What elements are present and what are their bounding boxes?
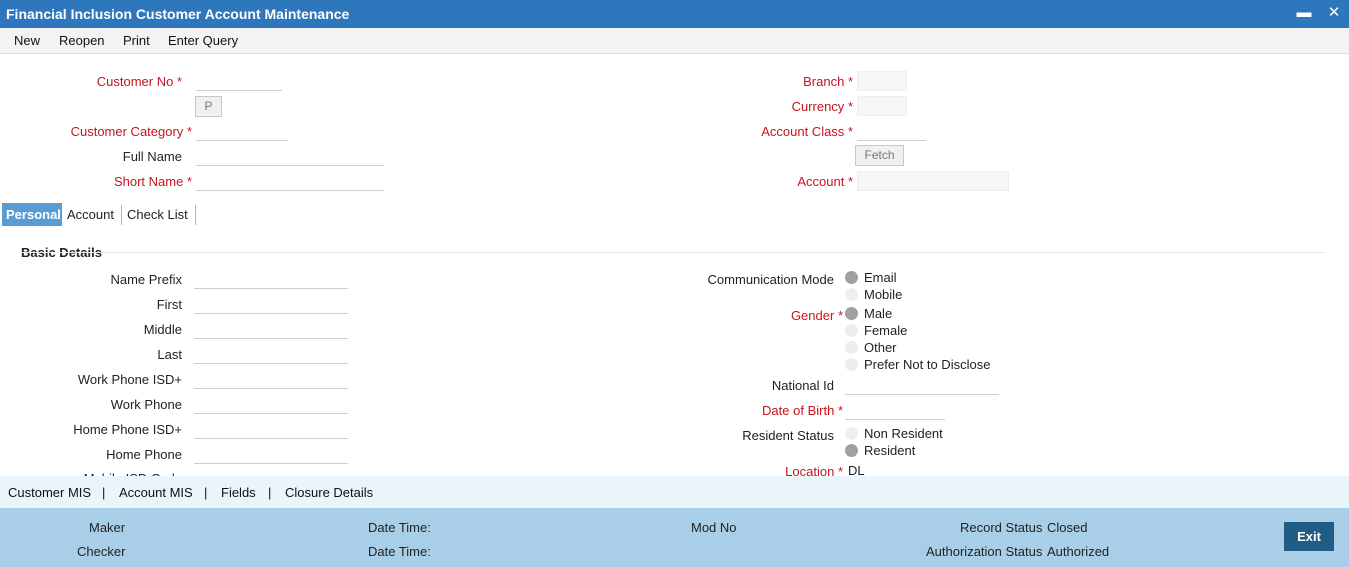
name-prefix-label: Name Prefix: [110, 272, 182, 287]
radio-resident[interactable]: [845, 444, 858, 457]
home-phone-isd-label: Home Phone ISD+: [73, 422, 182, 437]
mod-no-label: Mod No: [691, 520, 737, 535]
male-option-label: Male: [864, 306, 893, 321]
home-phone-label: Home Phone: [106, 447, 182, 462]
home-phone-input[interactable]: [194, 444, 348, 464]
p-button[interactable]: P: [195, 96, 222, 117]
first-name-label: First: [156, 297, 182, 312]
customer-category-input[interactable]: [196, 121, 288, 141]
account-class-input[interactable]: [857, 121, 926, 141]
resident-option-label: Resident: [864, 443, 916, 458]
window-title: Financial Inclusion Customer Account Mai…: [6, 6, 350, 22]
record-status-value: Closed: [1047, 520, 1088, 535]
first-name-input[interactable]: [194, 294, 348, 314]
radio-mobile[interactable]: [845, 288, 858, 301]
non-resident-option-label: Non Resident: [864, 426, 943, 441]
link-separator: |: [102, 485, 106, 500]
menu-enter-query[interactable]: Enter Query: [168, 33, 238, 48]
section-divider: [21, 252, 1325, 253]
female-option-label: Female: [864, 323, 908, 338]
full-name-label: Full Name: [122, 149, 182, 164]
communication-mode-label: Communication Mode: [707, 272, 834, 287]
national-id-label: National Id: [771, 378, 834, 393]
radio-other[interactable]: [845, 341, 858, 354]
name-prefix-input[interactable]: [194, 269, 348, 289]
prefer-not-to-disclose-label: Prefer Not to Disclose: [864, 357, 991, 372]
account-label: Account *: [797, 174, 853, 189]
closure-details-link[interactable]: Closure Details: [285, 485, 373, 500]
maker-date-time-label: Date Time:: [368, 520, 431, 535]
radio-male[interactable]: [845, 307, 858, 320]
tab-personal[interactable]: Personal: [2, 203, 62, 226]
customer-mis-link[interactable]: Customer MIS: [8, 485, 91, 500]
fetch-button[interactable]: Fetch: [855, 145, 904, 166]
email-option-label: Email: [864, 270, 897, 285]
currency-label: Currency *: [791, 99, 853, 114]
short-name-label: Short Name *: [113, 174, 192, 189]
work-phone-isd-input[interactable]: [194, 369, 348, 389]
title-bar: Financial Inclusion Customer Account Mai…: [0, 0, 1349, 28]
tab-divider: [121, 205, 122, 225]
date-of-birth-label: Date of Birth *: [762, 403, 843, 418]
radio-female[interactable]: [845, 324, 858, 337]
last-name-label: Last: [157, 347, 182, 362]
link-separator: |: [268, 485, 272, 500]
account-class-label: Account Class *: [761, 124, 853, 139]
menu-print[interactable]: Print: [123, 33, 150, 48]
menu-bar: New Reopen Print Enter Query: [0, 28, 1349, 54]
account-mis-link[interactable]: Account MIS: [119, 485, 193, 500]
resident-status-label: Resident Status: [742, 428, 834, 443]
checker-date-time-label: Date Time:: [368, 544, 431, 559]
menu-new[interactable]: New: [14, 33, 40, 48]
minimize-icon[interactable]: ▬: [1295, 4, 1313, 22]
tab-divider: [195, 205, 196, 225]
close-icon[interactable]: ✕: [1325, 4, 1343, 22]
work-phone-input[interactable]: [194, 394, 348, 414]
short-name-input[interactable]: [196, 171, 384, 191]
fields-link[interactable]: Fields: [221, 485, 256, 500]
gender-label: Gender *: [790, 308, 843, 323]
mobile-option-label: Mobile: [864, 287, 903, 302]
full-name-input[interactable]: [196, 146, 384, 166]
audit-footer: Maker Checker Date Time: Date Time: Mod …: [0, 508, 1349, 567]
national-id-input[interactable]: [845, 375, 999, 395]
account-input[interactable]: [857, 171, 1009, 191]
date-of-birth-input[interactable]: [845, 400, 945, 420]
authorization-status-value: Authorized: [1047, 544, 1110, 559]
radio-email[interactable]: [845, 271, 858, 284]
middle-name-input[interactable]: [194, 319, 348, 339]
branch-label: Branch *: [803, 74, 853, 89]
home-phone-isd-input[interactable]: [194, 419, 348, 439]
other-option-label: Other: [864, 340, 897, 355]
menu-reopen[interactable]: Reopen: [59, 33, 105, 48]
tab-account[interactable]: Account: [63, 203, 121, 226]
work-phone-isd-label: Work Phone ISD+: [77, 372, 182, 387]
authorization-status-label: Authorization Status: [926, 544, 1043, 559]
branch-input[interactable]: [857, 71, 907, 91]
customer-no-input[interactable]: [196, 71, 282, 91]
middle-name-label: Middle: [143, 322, 182, 337]
maker-label: Maker: [89, 520, 126, 535]
customer-no-label: Customer No *: [96, 74, 182, 89]
last-name-input[interactable]: [194, 344, 348, 364]
radio-prefer-not-to-disclose[interactable]: [845, 358, 858, 371]
radio-non-resident[interactable]: [845, 427, 858, 440]
checker-label: Checker: [77, 544, 126, 559]
record-status-label: Record Status: [960, 520, 1043, 535]
work-phone-label: Work Phone: [110, 397, 182, 412]
link-separator: |: [204, 485, 208, 500]
customer-category-label: Customer Category *: [70, 124, 192, 139]
bottom-links-bar: Customer MIS | Account MIS | Fields | Cl…: [0, 476, 1349, 508]
tab-check-list[interactable]: Check List: [123, 203, 195, 226]
exit-button[interactable]: Exit: [1284, 522, 1334, 551]
currency-input[interactable]: [857, 96, 907, 116]
